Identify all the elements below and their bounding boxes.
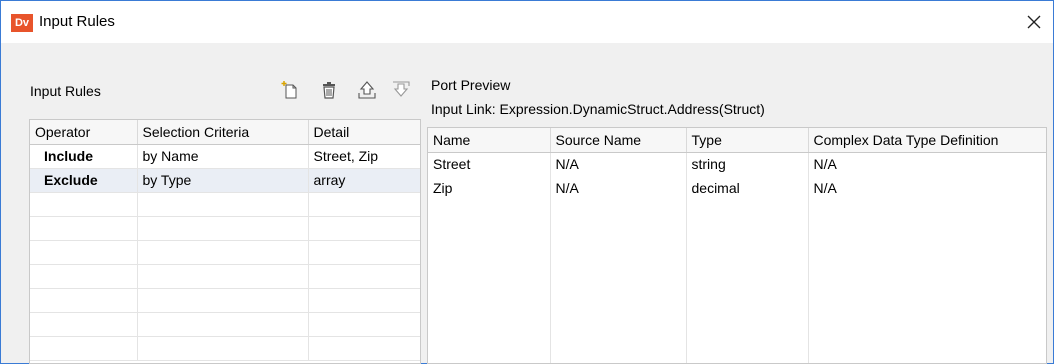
preview-header-row: Name Source Name Type Complex Data Type … [428,128,1046,153]
port-complex-type: N/A [808,176,1046,200]
input-rules-dialog: Dv Input Rules Input Rules Operator Sele… [0,0,1054,364]
column-header-operator[interactable]: Operator [30,120,138,145]
empty-row [428,224,1046,248]
rules-toolbar [280,79,416,103]
input-rules-grid: Operator Selection Criteria Detail Inclu… [29,119,421,364]
port-preview-heading: Port Preview [431,77,511,93]
move-down-icon [393,81,410,97]
rule-criteria: by Name [137,144,309,169]
new-rule-button[interactable] [280,79,302,101]
move-down-button[interactable] [390,79,412,101]
column-header-source-name[interactable]: Source Name [550,128,687,153]
window-title: Input Rules [39,13,115,30]
rule-operator: Include [30,144,138,169]
empty-row [428,248,1046,272]
port-type: string [686,152,809,176]
empty-row [428,320,1046,344]
rule-detail: array [308,168,420,193]
empty-row [30,312,420,337]
empty-row [30,288,420,313]
column-header-selection-criteria[interactable]: Selection Criteria [137,120,309,145]
input-rules-heading: Input Rules [30,83,101,99]
port-complex-type: N/A [808,152,1046,176]
rules-header-row: Operator Selection Criteria Detail [30,120,420,145]
port-source-name: N/A [550,152,687,176]
dialog-content: Input Rules Operator Selection Criteria … [1,43,1053,364]
close-icon [1027,15,1041,29]
move-up-button[interactable] [356,79,378,101]
port-row[interactable]: Street N/A string N/A [428,152,1046,176]
empty-row [30,240,420,265]
rule-detail: Street, Zip [308,144,420,169]
empty-row [428,200,1046,224]
port-source-name: N/A [550,176,687,200]
close-button[interactable] [1021,9,1047,35]
empty-row [428,296,1046,320]
rule-operator: Exclude [30,168,138,193]
port-name: Zip [428,176,551,200]
move-up-icon [358,81,376,99]
rule-criteria: by Type [137,168,309,193]
column-header-detail[interactable]: Detail [308,120,420,145]
empty-row [428,272,1046,296]
port-row[interactable]: Zip N/A decimal N/A [428,176,1046,200]
empty-row [30,192,420,217]
empty-row [30,264,420,289]
port-type: decimal [686,176,809,200]
column-header-type[interactable]: Type [686,128,809,153]
column-header-name[interactable]: Name [428,128,551,153]
column-header-complex-type[interactable]: Complex Data Type Definition [808,128,1046,153]
empty-row [428,344,1046,363]
delete-icon [323,82,335,99]
rule-row[interactable]: Include by Name Street, Zip [30,144,420,169]
delete-rule-button[interactable] [318,79,340,101]
new-rule-icon [281,81,297,99]
input-link-label: Input Link: Expression.DynamicStruct.Add… [431,101,765,117]
port-preview-grid: Name Source Name Type Complex Data Type … [427,127,1047,364]
empty-row [30,336,420,361]
title-bar: Dv Input Rules [1,1,1053,43]
rule-row[interactable]: Exclude by Type array [30,168,420,193]
port-name: Street [428,152,551,176]
empty-row [30,216,420,241]
app-logo-icon: Dv [11,14,33,32]
